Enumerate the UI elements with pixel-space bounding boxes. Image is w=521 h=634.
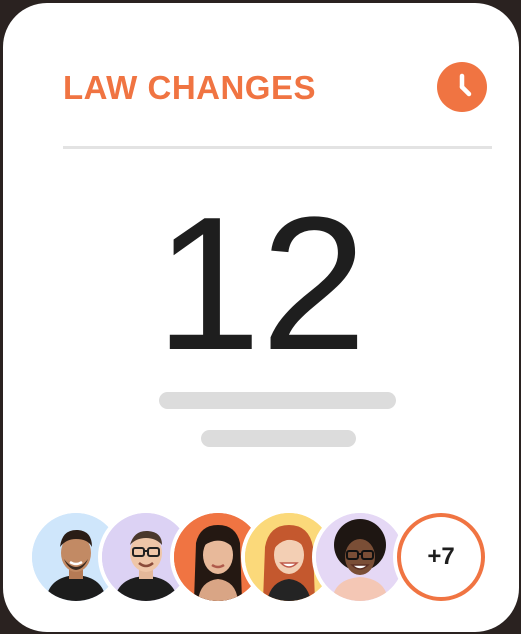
clock-button[interactable]	[437, 62, 487, 112]
placeholder-line-2	[201, 430, 356, 447]
law-changes-card[interactable]: LAW CHANGES 12 +7	[3, 3, 519, 632]
divider	[63, 146, 492, 149]
more-members-ring: +7	[397, 513, 485, 601]
more-members-count: +7	[427, 543, 455, 570]
card-title: LAW CHANGES	[63, 69, 316, 106]
change-count: 12	[155, 178, 367, 390]
placeholder-line-1	[159, 392, 396, 409]
clock-icon	[459, 73, 472, 97]
avatar-group[interactable]: +7	[28, 509, 498, 605]
more-members-button[interactable]: +7	[393, 509, 489, 605]
